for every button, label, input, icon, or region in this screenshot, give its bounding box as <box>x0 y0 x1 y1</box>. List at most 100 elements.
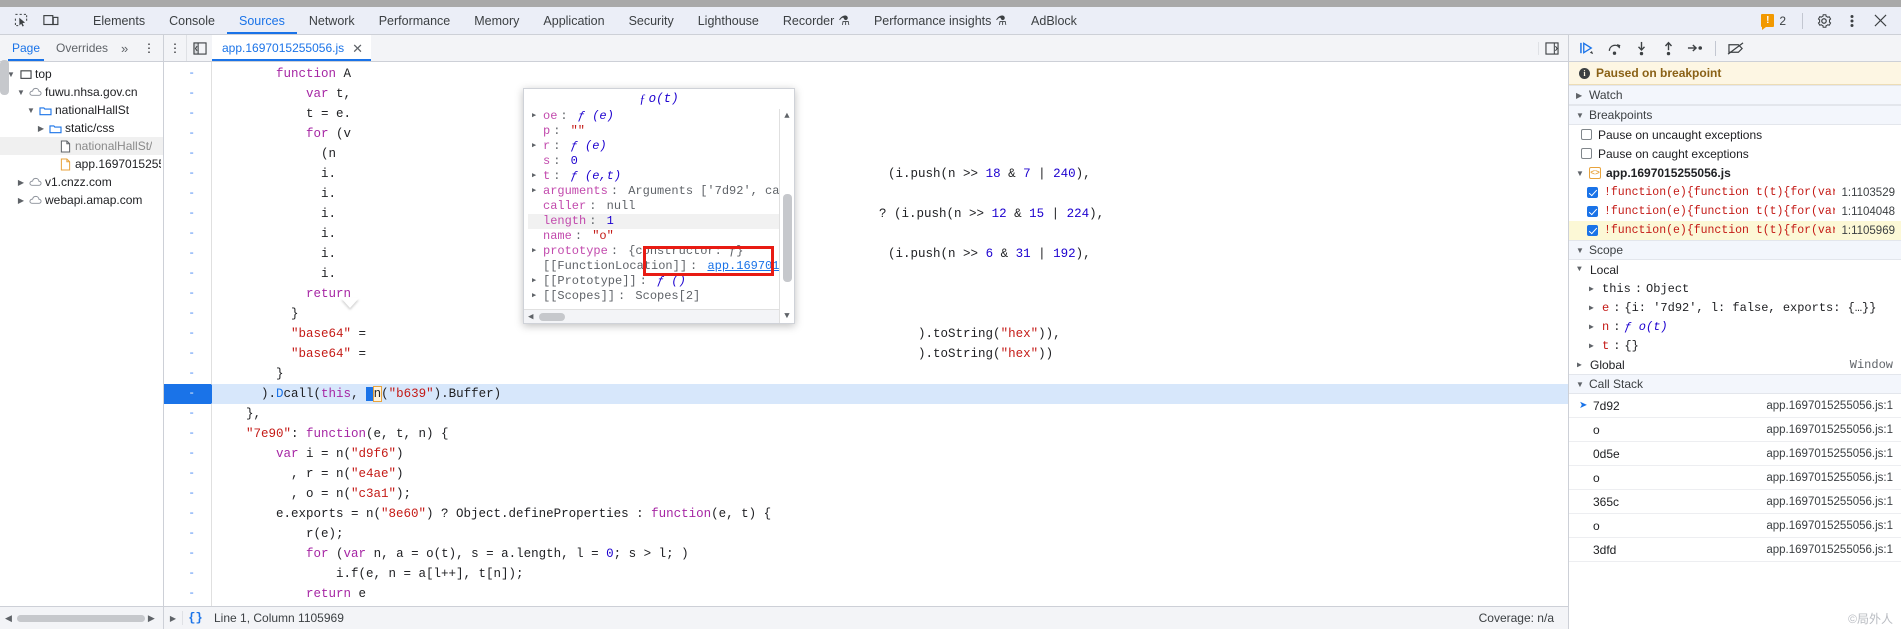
popover-property-row[interactable]: s: 0 <box>528 154 794 169</box>
editor-kebab-icon[interactable]: ⋮ <box>164 35 186 61</box>
chevron-right-icon[interactable]: ▶ <box>532 244 540 259</box>
warning-count-badge[interactable]: ! 2 <box>1753 14 1794 30</box>
editor-gutter[interactable]: - - - - - - - - - - - - - - - - - - - - … <box>164 62 220 606</box>
gutter-line[interactable]: - <box>164 364 211 384</box>
navigator-kebab-icon[interactable]: ⋮ <box>135 35 163 61</box>
scope-variable-n[interactable]: ▶ n: ƒ o(t) <box>1569 317 1901 336</box>
tree-item-domain-cnzz[interactable]: ▶ v1.cnzz.com <box>0 173 163 191</box>
chevron-right-icon[interactable]: ▶ <box>532 274 540 289</box>
expand-status-icon[interactable]: ▶ <box>164 614 182 623</box>
code-line[interactable]: function A <box>212 64 1568 84</box>
code-line[interactable]: t = e. <box>212 104 1568 124</box>
gutter-line[interactable]: - <box>164 244 211 264</box>
call-stack-frame[interactable]: o app.1697015255056.js:1 <box>1569 418 1901 442</box>
code-line[interactable]: "base64" =).toString("hex")), <box>212 324 1568 344</box>
code-line[interactable]: i.f(e, n = a[l++], t[n]); <box>212 564 1568 584</box>
code-line[interactable]: } <box>212 304 1568 324</box>
section-breakpoints[interactable]: ▼ Breakpoints <box>1569 105 1901 125</box>
gutter-line[interactable]: - <box>164 464 211 484</box>
scope-variable-e[interactable]: ▶ e: {i: '7d92', l: false, exports: {…}} <box>1569 298 1901 317</box>
gutter-line[interactable]: - <box>164 204 211 224</box>
chevron-right-icon[interactable]: ▶ <box>1589 303 1598 313</box>
section-watch[interactable]: ▶ Watch <box>1569 85 1901 105</box>
chevron-right-icon[interactable]: ▶ <box>1589 322 1598 332</box>
gutter-line[interactable]: - <box>164 584 211 604</box>
scroll-down-icon[interactable]: ▼ <box>784 309 789 323</box>
tree-item-domain[interactable]: ▼ fuwu.nhsa.gov.cn <box>0 83 163 101</box>
close-icon[interactable] <box>1867 9 1893 33</box>
popover-property-row[interactable]: ▶ r: ƒ (e) <box>528 139 794 154</box>
tree-item-folder-nationalhallst[interactable]: ▼ nationalHallSt <box>0 101 163 119</box>
chevron-down-icon[interactable]: ▼ <box>1576 111 1584 120</box>
popover-property-row[interactable]: p: "" <box>528 124 794 139</box>
checkbox[interactable] <box>1587 206 1598 217</box>
checkbox[interactable] <box>1581 148 1592 159</box>
chevron-right-icon[interactable]: ▶ <box>1589 284 1598 294</box>
chevron-right-icon[interactable]: ▶ <box>1589 341 1598 351</box>
gutter-line[interactable]: - <box>164 264 211 284</box>
popover-property-row[interactable]: ▶ [[Scopes]]: Scopes[2] <box>528 289 794 304</box>
scope-group-local[interactable]: ▼ Local <box>1569 260 1901 279</box>
chevron-right-icon[interactable]: ▶ <box>1577 360 1586 370</box>
code-line[interactable]: } <box>212 364 1568 384</box>
inspect-element-icon[interactable] <box>8 10 34 32</box>
chevron-right-icon[interactable]: ▶ <box>16 178 26 187</box>
navigator-more-tabs-icon[interactable]: » <box>116 35 133 61</box>
close-icon[interactable]: ✕ <box>352 42 363 55</box>
gutter-line[interactable]: - <box>164 124 211 144</box>
tab-sources[interactable]: Sources <box>226 7 297 34</box>
gutter-line[interactable]: - <box>164 144 211 164</box>
tab-performance[interactable]: Performance <box>367 7 463 34</box>
tab-network[interactable]: Network <box>297 7 367 34</box>
call-stack-frame[interactable]: o app.1697015255056.js:1 <box>1569 514 1901 538</box>
breakpoint-item[interactable]: !function(e){function t(t){for(var n,i,o… <box>1569 202 1901 221</box>
chevron-down-icon[interactable]: ▼ <box>1576 169 1584 178</box>
code-line[interactable]: } <box>212 604 1568 606</box>
popover-property-row[interactable]: ▶ oe: ƒ (e) <box>528 109 794 124</box>
object-preview-popover[interactable]: ƒ o(t) ▶ oe: ƒ (e) p: "" ▶ r: ƒ (e) s:… <box>523 88 795 324</box>
step-over-next-call-icon[interactable] <box>1602 37 1627 59</box>
chevron-right-icon[interactable]: ▶ <box>532 169 540 184</box>
popover-property-row-function-location[interactable]: [[FunctionLocation]]: app.169701525505 <box>528 259 794 274</box>
call-stack-frame-current[interactable]: ➤ 7d92 app.1697015255056.js:1 <box>1569 394 1901 418</box>
chevron-right-icon[interactable]: ▶ <box>36 124 46 133</box>
pause-on-caught-exceptions-row[interactable]: Pause on caught exceptions <box>1569 144 1901 163</box>
tab-lighthouse[interactable]: Lighthouse <box>686 7 771 34</box>
deactivate-breakpoints-icon[interactable] <box>1723 37 1748 59</box>
scope-variable-t[interactable]: ▶ t: {} <box>1569 336 1901 355</box>
code-line[interactable]: r(e); <box>212 524 1568 544</box>
call-stack-frame[interactable]: 365c app.1697015255056.js:1 <box>1569 490 1901 514</box>
code-line[interactable]: i. <box>212 264 1568 284</box>
code-line[interactable]: i. <box>212 184 1568 204</box>
debugger-scrollbar-thumb[interactable] <box>0 60 9 95</box>
popover-property-list[interactable]: ▶ oe: ƒ (e) p: "" ▶ r: ƒ (e) s: 0 ▶ t:… <box>524 109 794 323</box>
chevron-right-icon[interactable]: ▶ <box>532 184 540 199</box>
code-line[interactable]: for (var n, a = o(t), s = a.length, l = … <box>212 544 1568 564</box>
code-line[interactable]: return <box>212 284 1568 304</box>
step-icon[interactable] <box>1683 37 1708 59</box>
show-debugger-sidebar-icon[interactable] <box>1538 41 1564 55</box>
tree-item-top[interactable]: ▼ top <box>0 65 163 83</box>
gear-icon[interactable] <box>1811 9 1837 33</box>
pretty-print-icon[interactable]: {} <box>182 611 208 625</box>
call-stack-frame[interactable]: o app.1697015255056.js:1 <box>1569 466 1901 490</box>
popover-horizontal-scrollbar[interactable]: ◀ <box>524 309 779 323</box>
chevron-down-icon[interactable]: ▼ <box>1577 265 1586 274</box>
tab-elements[interactable]: Elements <box>81 7 157 34</box>
gutter-line[interactable]: - <box>164 424 211 444</box>
popover-property-row[interactable]: ▶ [[Prototype]]: ƒ () <box>528 274 794 289</box>
code-line[interactable]: , r = n("e4ae") <box>212 464 1568 484</box>
popover-vertical-scrollbar[interactable]: ▲ ▼ <box>779 109 794 323</box>
chevron-right-icon[interactable]: ▶ <box>532 289 540 304</box>
scroll-up-icon[interactable]: ▲ <box>784 109 789 123</box>
popover-property-row[interactable]: ▶ arguments: Arguments ['7d92', callee: <box>528 184 794 199</box>
code-line-paused[interactable]: ).Dcall(this, n("b639").Buffer) <box>212 384 1568 404</box>
tab-recorder[interactable]: Recorder ⚗ <box>771 7 862 34</box>
editor-tab-app-js[interactable]: app.1697015255056.js ✕ <box>212 35 372 61</box>
code-line[interactable]: "7e90": function(e, t, n) { <box>212 424 1568 444</box>
resume-script-execution-icon[interactable] <box>1575 37 1600 59</box>
navigator-tab-page[interactable]: Page <box>4 35 48 61</box>
tab-performance-insights[interactable]: Performance insights ⚗ <box>862 7 1019 34</box>
gutter-line[interactable]: - <box>164 344 211 364</box>
popover-property-row[interactable]: ▶ prototype: {constructor: ƒ} <box>528 244 794 259</box>
